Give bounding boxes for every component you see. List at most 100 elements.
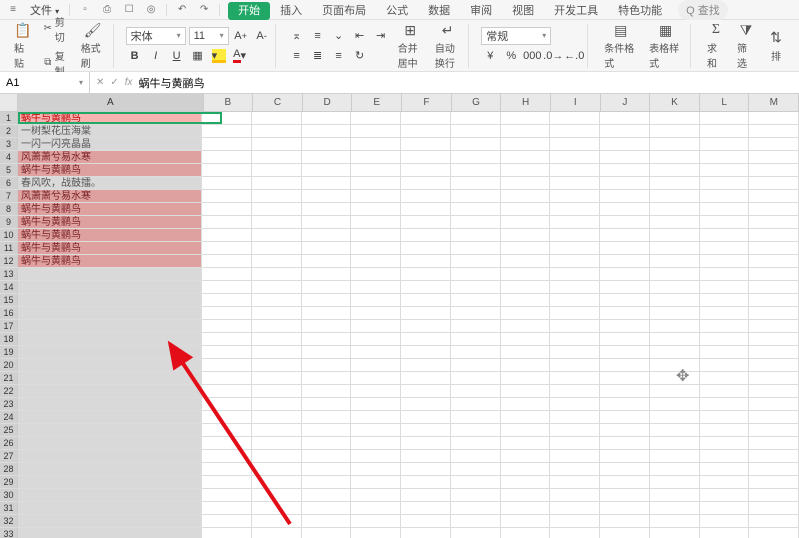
cell-I7[interactable] bbox=[550, 190, 600, 203]
cell-J1[interactable] bbox=[600, 112, 650, 125]
decrease-font-icon[interactable]: A- bbox=[253, 27, 271, 45]
row-header-13[interactable]: 13 bbox=[0, 268, 18, 281]
cell-A10[interactable]: 蜗牛与黄鹂鸟 bbox=[18, 229, 202, 242]
cell-E13[interactable] bbox=[351, 268, 401, 281]
cell-G10[interactable] bbox=[451, 229, 501, 242]
cell-B7[interactable] bbox=[202, 190, 252, 203]
cell-M23[interactable] bbox=[749, 398, 799, 411]
cell-L17[interactable] bbox=[700, 320, 750, 333]
cell-D1[interactable] bbox=[302, 112, 352, 125]
cell-L11[interactable] bbox=[700, 242, 750, 255]
cell-K14[interactable] bbox=[650, 281, 700, 294]
cell-B20[interactable] bbox=[202, 359, 252, 372]
cell-D10[interactable] bbox=[302, 229, 352, 242]
cell-L18[interactable] bbox=[700, 333, 750, 346]
cell-G14[interactable] bbox=[451, 281, 501, 294]
cell-I28[interactable] bbox=[550, 463, 600, 476]
cell-B30[interactable] bbox=[202, 489, 252, 502]
cell-L30[interactable] bbox=[700, 489, 750, 502]
cell-K28[interactable] bbox=[650, 463, 700, 476]
cell-C21[interactable] bbox=[252, 372, 302, 385]
cell-A31[interactable] bbox=[18, 502, 202, 515]
row-header-29[interactable]: 29 bbox=[0, 476, 18, 489]
cell-F1[interactable] bbox=[401, 112, 451, 125]
cell-J13[interactable] bbox=[600, 268, 650, 281]
cell-J12[interactable] bbox=[600, 255, 650, 268]
row-header-6[interactable]: 6 bbox=[0, 177, 18, 190]
row-header-11[interactable]: 11 bbox=[0, 242, 18, 255]
cell-L4[interactable] bbox=[700, 151, 750, 164]
cell-L13[interactable] bbox=[700, 268, 750, 281]
cell-I17[interactable] bbox=[550, 320, 600, 333]
cell-E16[interactable] bbox=[351, 307, 401, 320]
cell-B25[interactable] bbox=[202, 424, 252, 437]
cell-L31[interactable] bbox=[700, 502, 750, 515]
cell-C18[interactable] bbox=[252, 333, 302, 346]
col-header-M[interactable]: M bbox=[749, 94, 799, 112]
cell-H23[interactable] bbox=[501, 398, 551, 411]
cell-A22[interactable] bbox=[18, 385, 202, 398]
cell-C31[interactable] bbox=[252, 502, 302, 515]
cell-K9[interactable] bbox=[650, 216, 700, 229]
cell-G27[interactable] bbox=[451, 450, 501, 463]
cell-F6[interactable] bbox=[401, 177, 451, 190]
cell-B33[interactable] bbox=[202, 528, 252, 538]
cell-B29[interactable] bbox=[202, 476, 252, 489]
cell-E19[interactable] bbox=[351, 346, 401, 359]
cell-A33[interactable] bbox=[18, 528, 202, 538]
print-icon[interactable]: ☐ bbox=[122, 3, 136, 17]
cell-E1[interactable] bbox=[351, 112, 401, 125]
cell-H6[interactable] bbox=[501, 177, 551, 190]
cell-K29[interactable] bbox=[650, 476, 700, 489]
cell-H33[interactable] bbox=[501, 528, 551, 538]
cell-I10[interactable] bbox=[550, 229, 600, 242]
cell-D31[interactable] bbox=[302, 502, 352, 515]
cell-D17[interactable] bbox=[302, 320, 352, 333]
cell-F5[interactable] bbox=[401, 164, 451, 177]
cell-B27[interactable] bbox=[202, 450, 252, 463]
font-color-icon[interactable]: A▾ bbox=[231, 47, 249, 65]
cell-I24[interactable] bbox=[550, 411, 600, 424]
cell-G31[interactable] bbox=[451, 502, 501, 515]
cell-B11[interactable] bbox=[202, 242, 252, 255]
cell-E22[interactable] bbox=[351, 385, 401, 398]
cell-A25[interactable] bbox=[18, 424, 202, 437]
cell-J8[interactable] bbox=[600, 203, 650, 216]
cell-D18[interactable] bbox=[302, 333, 352, 346]
cell-M12[interactable] bbox=[749, 255, 799, 268]
cell-C7[interactable] bbox=[252, 190, 302, 203]
cell-F16[interactable] bbox=[401, 307, 451, 320]
cell-H7[interactable] bbox=[501, 190, 551, 203]
cell-E18[interactable] bbox=[351, 333, 401, 346]
cell-I25[interactable] bbox=[550, 424, 600, 437]
cell-J21[interactable] bbox=[600, 372, 650, 385]
cell-H25[interactable] bbox=[501, 424, 551, 437]
cell-D32[interactable] bbox=[302, 515, 352, 528]
table-style-button[interactable]: ▦ 表格样式 bbox=[645, 19, 686, 72]
cell-M2[interactable] bbox=[749, 125, 799, 138]
row-header-12[interactable]: 12 bbox=[0, 255, 18, 268]
cell-J30[interactable] bbox=[600, 489, 650, 502]
row-header-26[interactable]: 26 bbox=[0, 437, 18, 450]
cell-M30[interactable] bbox=[749, 489, 799, 502]
cell-A12[interactable]: 蜗牛与黄鹂鸟 bbox=[18, 255, 202, 268]
cell-I18[interactable] bbox=[550, 333, 600, 346]
cell-E8[interactable] bbox=[351, 203, 401, 216]
cell-D14[interactable] bbox=[302, 281, 352, 294]
cell-F7[interactable] bbox=[401, 190, 451, 203]
cell-I19[interactable] bbox=[550, 346, 600, 359]
cell-K6[interactable] bbox=[650, 177, 700, 190]
cell-A9[interactable]: 蜗牛与黄鹂鸟 bbox=[18, 216, 202, 229]
cell-D26[interactable] bbox=[302, 437, 352, 450]
cell-H28[interactable] bbox=[501, 463, 551, 476]
tab-2[interactable]: 页面布局 bbox=[312, 2, 376, 20]
row-header-19[interactable]: 19 bbox=[0, 346, 18, 359]
preview-icon[interactable]: ◎ bbox=[144, 3, 158, 17]
cell-L33[interactable] bbox=[700, 528, 750, 538]
font-size-dropdown[interactable]: 11▾ bbox=[189, 27, 229, 45]
cell-C5[interactable] bbox=[252, 164, 302, 177]
align-center-icon[interactable]: ≣ bbox=[309, 47, 327, 65]
cell-J5[interactable] bbox=[600, 164, 650, 177]
row-header-5[interactable]: 5 bbox=[0, 164, 18, 177]
cell-F32[interactable] bbox=[401, 515, 451, 528]
